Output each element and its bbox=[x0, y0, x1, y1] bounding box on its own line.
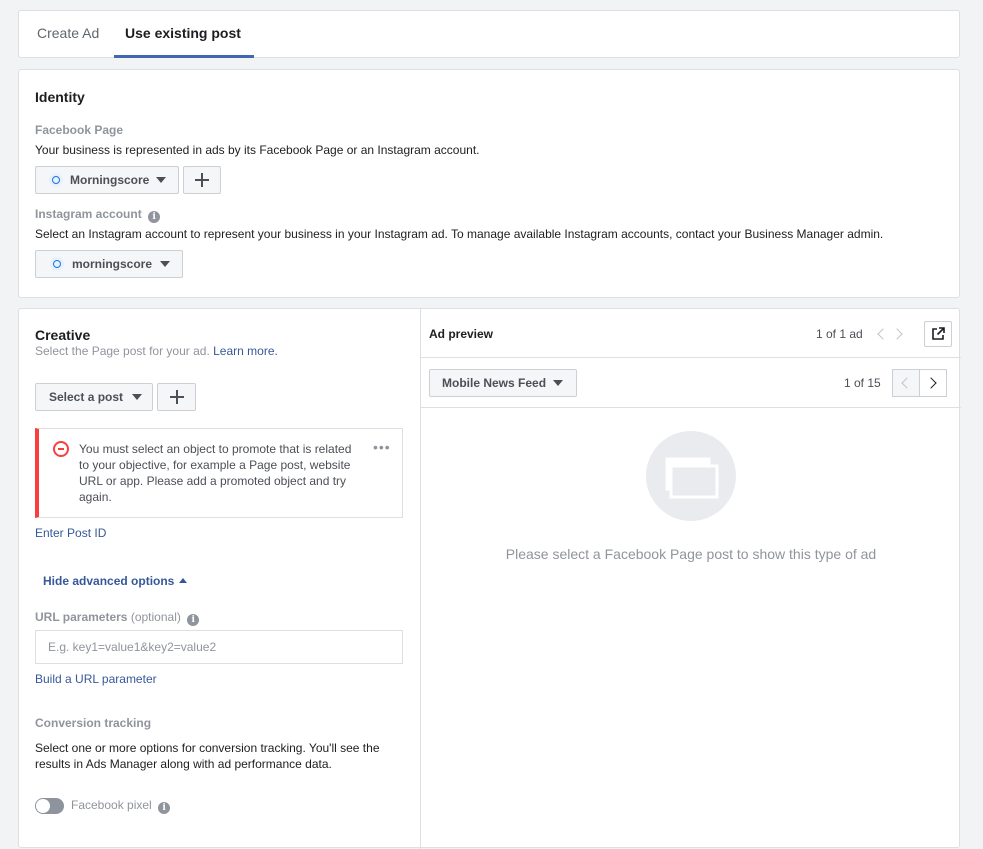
add-page-button[interactable] bbox=[183, 166, 221, 194]
info-icon[interactable]: i bbox=[148, 211, 161, 223]
facebook-pixel-toggle[interactable] bbox=[35, 798, 64, 814]
creative-title: Creative bbox=[35, 327, 91, 343]
preview-divider bbox=[421, 407, 961, 408]
select-post-dropdown[interactable]: Select a post bbox=[35, 383, 153, 411]
chevron-up-icon bbox=[179, 578, 188, 583]
external-link-icon bbox=[932, 327, 945, 340]
conversion-tracking-title: Conversion tracking bbox=[35, 716, 152, 730]
url-parameters-label: URL parameters (optional) i bbox=[35, 610, 200, 626]
image-placeholder-icon bbox=[665, 457, 719, 499]
tab-create-ad[interactable]: Create Ad bbox=[37, 11, 99, 58]
error-message: You must select an object to promote tha… bbox=[79, 442, 352, 504]
creative-subtitle-text: Select the Page post for your ad. bbox=[35, 344, 210, 358]
info-icon[interactable]: i bbox=[187, 614, 200, 626]
instagram-avatar-icon bbox=[50, 257, 64, 271]
instagram-account-description: Select an Instagram account to represent… bbox=[35, 227, 884, 241]
placement-dropdown[interactable]: Mobile News Feed bbox=[429, 369, 577, 397]
empty-preview-illustration bbox=[646, 431, 736, 521]
open-preview-button[interactable] bbox=[924, 321, 952, 347]
column-divider bbox=[420, 309, 421, 849]
conversion-tracking-description: Select one or more options for conversio… bbox=[35, 741, 380, 771]
tab-bar: Create Ad Use existing post bbox=[18, 10, 960, 58]
empty-preview-message: Please select a Facebook Page post to sh… bbox=[505, 546, 877, 562]
enter-post-id-link[interactable]: Enter Post ID bbox=[35, 526, 106, 540]
chevron-down-icon bbox=[156, 177, 167, 183]
placement-count: 1 of 15 bbox=[844, 376, 881, 390]
instagram-account-label-text: Instagram account bbox=[35, 207, 142, 221]
facebook-page-description: Your business is represented in ads by i… bbox=[35, 143, 480, 157]
previous-placement-button[interactable] bbox=[892, 369, 920, 397]
next-placement-button[interactable] bbox=[919, 369, 947, 397]
identity-section: Identity Facebook Page Your business is … bbox=[18, 69, 960, 298]
page-avatar-icon bbox=[49, 173, 63, 187]
plus-icon bbox=[195, 173, 209, 187]
plus-icon bbox=[170, 390, 184, 404]
chevron-down-icon bbox=[132, 394, 143, 400]
instagram-account-dropdown[interactable]: morningscore bbox=[35, 250, 183, 278]
error-icon bbox=[53, 441, 69, 457]
url-parameters-label-text: URL parameters bbox=[35, 610, 128, 624]
instagram-account-label: Instagram account i bbox=[35, 207, 161, 223]
url-parameters-input[interactable] bbox=[35, 630, 403, 664]
chevron-right-icon bbox=[925, 377, 937, 389]
creative-section: Creative Select the Page post for your a… bbox=[18, 308, 961, 849]
hide-advanced-options-toggle[interactable]: Hide advanced options bbox=[43, 574, 188, 588]
creative-subtitle: Select the Page post for your ad. Learn … bbox=[35, 344, 278, 358]
info-icon[interactable]: i bbox=[158, 802, 171, 814]
add-post-button[interactable] bbox=[157, 383, 196, 411]
identity-title: Identity bbox=[35, 89, 85, 105]
hide-advanced-options-label: Hide advanced options bbox=[43, 574, 175, 588]
optional-label: (optional) bbox=[130, 610, 181, 624]
ad-count: 1 of 1 ad bbox=[816, 327, 863, 341]
learn-more-link[interactable]: Learn more. bbox=[213, 344, 278, 358]
chevron-left-icon[interactable] bbox=[877, 328, 889, 340]
instagram-account-selected: morningscore bbox=[72, 257, 153, 271]
chevron-down-icon bbox=[553, 380, 564, 386]
select-post-label: Select a post bbox=[49, 390, 124, 404]
chevron-down-icon bbox=[160, 261, 171, 267]
error-message-box: You must select an object to promote tha… bbox=[35, 428, 403, 518]
active-tab-indicator bbox=[114, 55, 254, 58]
tab-use-existing-post[interactable]: Use existing post bbox=[125, 11, 241, 58]
preview-divider bbox=[421, 357, 961, 358]
facebook-pixel-label-text: Facebook pixel bbox=[71, 798, 152, 812]
facebook-page-dropdown[interactable]: Morningscore bbox=[35, 166, 179, 194]
ad-preview-title: Ad preview bbox=[429, 327, 494, 341]
chevron-left-icon bbox=[901, 377, 913, 389]
facebook-page-label: Facebook Page bbox=[35, 123, 124, 137]
placement-selected: Mobile News Feed bbox=[442, 376, 547, 390]
more-options-icon[interactable]: ••• bbox=[373, 439, 391, 455]
build-url-parameter-link[interactable]: Build a URL parameter bbox=[35, 672, 157, 686]
facebook-page-selected: Morningscore bbox=[70, 173, 150, 187]
chevron-right-icon[interactable] bbox=[891, 328, 903, 340]
facebook-pixel-label: Facebook pixel i bbox=[71, 798, 171, 814]
